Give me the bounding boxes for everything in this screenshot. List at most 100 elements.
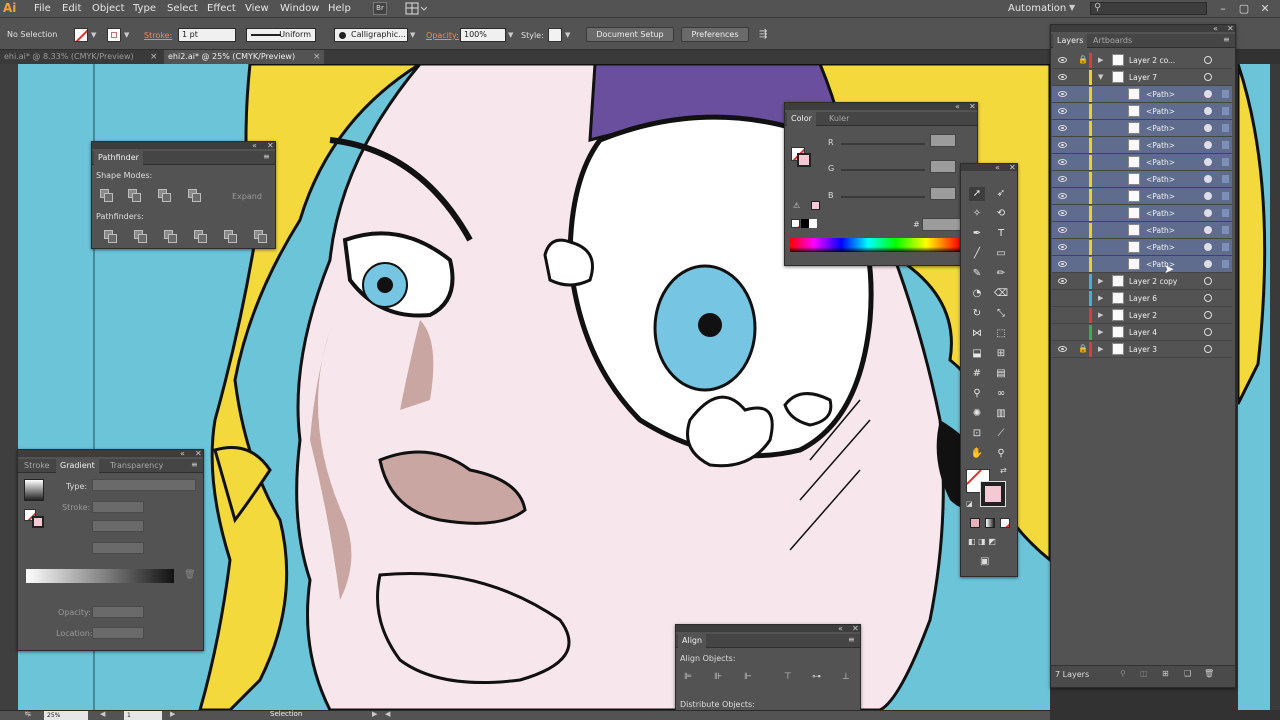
selection-indicator[interactable] bbox=[1222, 192, 1229, 200]
tab-layers[interactable]: Layers bbox=[1053, 34, 1088, 48]
zoom-field[interactable]: 25% bbox=[44, 711, 88, 720]
stroke-swatch[interactable] bbox=[32, 516, 44, 528]
chevron-down-icon[interactable]: ▼ bbox=[508, 31, 513, 39]
layer-row[interactable]: ▶ Layer 4 bbox=[1052, 324, 1232, 341]
tab-ehi2[interactable]: ehi2.ai* @ 25% (CMYK/Preview) bbox=[164, 50, 324, 64]
target-circle-icon[interactable] bbox=[1204, 209, 1212, 217]
pencil-icon[interactable]: ✏ bbox=[993, 267, 1009, 281]
align-middle-icon[interactable]: ⊶ bbox=[812, 672, 821, 682]
g-slider[interactable] bbox=[841, 169, 925, 171]
align-top-icon[interactable]: ⊤ bbox=[784, 672, 792, 682]
target-circle-icon[interactable] bbox=[1204, 73, 1212, 81]
tab-artboards[interactable]: Artboards bbox=[1089, 34, 1136, 48]
menu-select[interactable]: Select bbox=[167, 3, 198, 14]
selection-indicator[interactable] bbox=[1222, 107, 1229, 115]
r-value-field[interactable] bbox=[930, 134, 956, 147]
fill-swatch[interactable] bbox=[74, 28, 88, 42]
close-icon[interactable]: ✕ bbox=[1227, 24, 1234, 33]
visibility-eye-icon[interactable] bbox=[1058, 244, 1067, 250]
visibility-eye-icon[interactable] bbox=[1058, 125, 1067, 131]
out-of-gamut-swatch[interactable] bbox=[811, 201, 820, 210]
selection-indicator[interactable] bbox=[1222, 260, 1229, 268]
exclude-icon[interactable] bbox=[188, 189, 201, 202]
menu-window[interactable]: Window bbox=[280, 3, 319, 14]
visibility-eye-icon[interactable] bbox=[1058, 57, 1067, 63]
path-row[interactable]: <Path> bbox=[1052, 188, 1232, 205]
close-icon[interactable]: ✕ bbox=[1009, 163, 1016, 172]
layer-row[interactable]: ▶ Layer 2 copy bbox=[1052, 273, 1232, 290]
path-row[interactable]: <Path> bbox=[1052, 86, 1232, 103]
swap-fill-stroke-icon[interactable]: ⇄ bbox=[1000, 466, 1007, 475]
arrange-documents-icon[interactable] bbox=[405, 2, 428, 15]
direct-selection-tool-icon[interactable]: ➶ bbox=[993, 187, 1009, 201]
align-bottom-icon[interactable]: ⊥ bbox=[842, 672, 850, 682]
expand-button[interactable]: Expand bbox=[232, 192, 262, 201]
menu-object[interactable]: Object bbox=[92, 3, 125, 14]
b-value-field[interactable] bbox=[930, 187, 956, 200]
visibility-eye-icon[interactable] bbox=[1058, 74, 1067, 80]
target-circle-icon[interactable] bbox=[1204, 328, 1212, 336]
tab-color[interactable]: Color bbox=[787, 112, 816, 126]
visibility-eye-icon[interactable] bbox=[1058, 227, 1067, 233]
close-icon[interactable]: ✕ bbox=[1258, 2, 1272, 15]
layer-row[interactable]: 🔒 ▶ Layer 3 bbox=[1052, 341, 1232, 358]
menu-help[interactable]: Help bbox=[328, 3, 351, 14]
menu-effect[interactable]: Effect bbox=[207, 3, 236, 14]
layer-row[interactable]: ▼ Layer 7 bbox=[1052, 69, 1232, 86]
opacity-label[interactable]: Opacity: bbox=[426, 31, 459, 40]
align-left-icon[interactable]: ⊫ bbox=[684, 672, 692, 682]
path-row[interactable]: <Path> bbox=[1052, 137, 1232, 154]
tab-align[interactable]: Align bbox=[678, 634, 707, 648]
color-spectrum[interactable] bbox=[790, 238, 960, 252]
stroke-swatch[interactable] bbox=[797, 153, 811, 167]
symbol-sprayer-icon[interactable]: ✺ bbox=[969, 407, 985, 421]
minus-front-icon[interactable] bbox=[128, 189, 141, 202]
selection-tool-icon[interactable]: ➚ bbox=[969, 187, 985, 201]
align-center-icon[interactable]: ⊪ bbox=[714, 672, 722, 682]
panel-menu-icon[interactable]: ≡ bbox=[1223, 35, 1230, 44]
panel-grip[interactable] bbox=[1051, 25, 1235, 32]
gradient-preview[interactable] bbox=[24, 479, 44, 501]
panel-grip[interactable] bbox=[676, 625, 860, 632]
collapse-icon[interactable]: « bbox=[252, 141, 257, 150]
trash-icon[interactable]: 🗑 bbox=[184, 570, 195, 580]
shape-builder-icon[interactable]: ⬓ bbox=[969, 347, 985, 361]
previous-artboard-icon[interactable]: ◀ bbox=[100, 710, 105, 718]
trim-icon[interactable] bbox=[134, 230, 147, 243]
pen-tool-icon[interactable]: ✒ bbox=[969, 227, 985, 241]
visibility-eye-icon[interactable] bbox=[1058, 142, 1067, 148]
drawing-modes-icon[interactable]: ◧ ◨ ◩ bbox=[968, 537, 1008, 549]
slice-tool-icon[interactable]: ⟋ bbox=[993, 427, 1009, 441]
workspace-switcher[interactable]: Automation bbox=[1008, 3, 1066, 14]
scroll-left-icon[interactable]: ◀ bbox=[385, 710, 390, 718]
collapse-icon[interactable]: « bbox=[955, 102, 960, 111]
trash-icon[interactable]: 🗑 bbox=[1204, 669, 1214, 678]
panel-grip[interactable] bbox=[18, 450, 203, 457]
blob-brush-icon[interactable]: ◔ bbox=[969, 287, 985, 301]
stroke-swatch[interactable] bbox=[107, 28, 121, 42]
visibility-eye-icon[interactable] bbox=[1058, 193, 1067, 199]
free-transform-icon[interactable]: ⬚ bbox=[993, 327, 1009, 341]
stroke-swatch[interactable] bbox=[980, 481, 1006, 507]
r-slider[interactable] bbox=[841, 143, 925, 145]
close-icon[interactable]: ✕ bbox=[267, 141, 274, 150]
minus-back-icon[interactable] bbox=[254, 230, 267, 243]
visibility-eye-icon[interactable] bbox=[1058, 210, 1067, 216]
visibility-eye-icon[interactable] bbox=[1058, 278, 1067, 284]
target-circle-icon[interactable] bbox=[1204, 260, 1212, 268]
artboard-number-field[interactable]: 1 bbox=[124, 711, 162, 720]
menu-type[interactable]: Type bbox=[133, 3, 156, 14]
black-swatch[interactable] bbox=[801, 219, 809, 228]
aspect-ratio-field[interactable] bbox=[92, 542, 144, 554]
status-menu-icon[interactable]: ▶ bbox=[372, 710, 377, 718]
tab-stroke[interactable]: Stroke bbox=[20, 459, 54, 473]
close-icon[interactable]: × bbox=[313, 50, 321, 64]
selection-indicator[interactable] bbox=[1222, 175, 1229, 183]
minimize-icon[interactable]: – bbox=[1216, 2, 1230, 15]
artboard-tool-icon[interactable]: ⊡ bbox=[969, 427, 985, 441]
line-tool-icon[interactable]: ╱ bbox=[969, 247, 985, 261]
divide-icon[interactable] bbox=[104, 230, 117, 243]
expand-triangle-icon[interactable]: ▶ bbox=[1098, 290, 1103, 307]
crop-icon[interactable] bbox=[194, 230, 207, 243]
angle-field[interactable] bbox=[92, 520, 144, 532]
